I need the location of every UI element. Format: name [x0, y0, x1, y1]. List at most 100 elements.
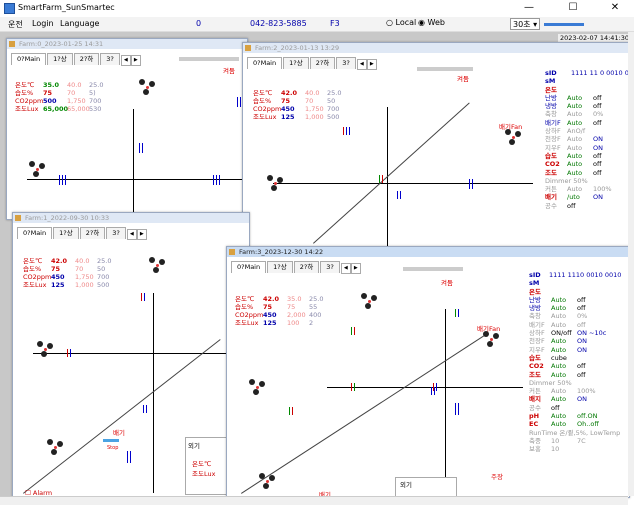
menu-language[interactable]: Language: [60, 19, 99, 28]
row-mode[interactable]: ON/off: [551, 329, 577, 337]
row-mode[interactable]: Auto: [567, 152, 593, 160]
section-humid: 습도: [545, 151, 557, 160]
fan-icon[interactable]: [47, 439, 65, 457]
row-mode[interactable]: Auto: [551, 312, 577, 320]
tab-3[interactable]: 3?: [336, 57, 356, 69]
tab-prev-icon[interactable]: ◀: [120, 55, 131, 66]
row-mode[interactable]: Auto: [551, 296, 577, 304]
tab-next-icon[interactable]: ▶: [136, 229, 147, 240]
stat-label: CO2ppm: [23, 273, 52, 281]
row-mode[interactable]: Auto: [567, 102, 593, 110]
stat-cur: 450: [263, 311, 277, 319]
interval-select[interactable]: 30초 ▾: [510, 18, 540, 30]
fan-icon[interactable]: [37, 341, 55, 359]
menu-login[interactable]: Login: [32, 19, 54, 28]
tab-3[interactable]: 3?: [100, 53, 120, 65]
row-mode[interactable]: Auto: [567, 144, 593, 152]
tab-next-icon[interactable]: ▶: [366, 59, 377, 70]
tab-main[interactable]: 0?Main: [17, 227, 53, 239]
row-mode[interactable]: Auto: [551, 387, 577, 395]
farm1-window[interactable]: Farm:1_2022-09-30 10:33 0?Main 1?상 2?하 3? ◀ ▶…: [12, 212, 250, 498]
farm0-window[interactable]: Farm:0_2023-01-25 14:31 0?Main 1?상 2?하 3? ◀ ▶…: [6, 38, 248, 220]
close-button[interactable]: ✕: [600, 0, 630, 16]
row-state: 0%: [593, 110, 604, 119]
fan-icon[interactable]: [149, 257, 167, 275]
fan-icon[interactable]: [361, 293, 379, 311]
tab-upper[interactable]: 1?상: [267, 261, 293, 273]
stat-v3: 530: [89, 105, 102, 113]
row-mode[interactable]: Auto: [551, 395, 577, 403]
row-mode[interactable]: cube: [551, 354, 577, 362]
maximize-button[interactable]: ☐: [558, 0, 588, 16]
tab-main[interactable]: 0?Main: [231, 261, 267, 273]
fan-icon[interactable]: [29, 161, 47, 179]
vertical-scrollbar[interactable]: [628, 32, 634, 496]
tab-prev-icon[interactable]: ◀: [126, 229, 137, 240]
sid-value: 1111 1110 0010 0010: [549, 271, 622, 279]
row-state: ON: [593, 135, 603, 144]
row-mode[interactable]: Auto: [551, 371, 577, 379]
farm0-title: Farm:0_2023-01-25 14:31: [19, 40, 104, 48]
row-mode[interactable]: Auto: [551, 346, 577, 354]
tab-next-icon[interactable]: ▶: [350, 263, 361, 274]
row-mode[interactable]: Auto: [551, 337, 577, 345]
row-mode[interactable]: Auto: [567, 169, 593, 177]
local-radio[interactable]: ○ Local: [386, 18, 416, 27]
fan-icon[interactable]: [483, 331, 501, 349]
menu-run[interactable]: 운전: [8, 19, 23, 30]
row-mode[interactable]: Auto: [551, 321, 577, 329]
stat-v2: 70: [67, 89, 76, 97]
tab-lower[interactable]: 2?하: [73, 53, 100, 65]
row-mode[interactable]: Auto: [567, 94, 593, 102]
fan-icon[interactable]: [267, 175, 285, 193]
web-radio[interactable]: ◉ Web: [418, 18, 445, 27]
row-mode[interactable]: Auto: [551, 304, 577, 312]
row-label: 축창: [545, 110, 557, 119]
tab-upper[interactable]: 1?상: [283, 57, 309, 69]
tab-upper[interactable]: 1?상: [47, 53, 73, 65]
fan-icon[interactable]: [505, 129, 523, 147]
interval-slider[interactable]: [544, 23, 584, 26]
farm2-window[interactable]: Farm:2_2023-01-13 13:29 0?Main 1?상 2?하 3? ◀ ▶…: [242, 42, 630, 254]
tab-3[interactable]: 3?: [320, 261, 340, 273]
row-state: off: [567, 201, 576, 210]
row-mode[interactable]: Auto: [551, 412, 577, 420]
fan-icon[interactable]: [259, 473, 277, 491]
farm3-window[interactable]: Farm:3_2023-12-30 14:22 0?Main 1?상 2?하 3? ◀ ▶…: [226, 246, 630, 498]
sid-label: sID: [545, 69, 557, 77]
row-mode[interactable]: Auto: [567, 185, 593, 193]
tab-next-icon[interactable]: ▶: [130, 55, 141, 66]
stat-cur: 125: [51, 281, 65, 289]
row-state: off: [593, 151, 602, 160]
tab-3[interactable]: 3?: [106, 227, 126, 239]
tab-prev-icon[interactable]: ◀: [340, 263, 351, 274]
minimize-button[interactable]: —: [514, 0, 544, 16]
tab-main[interactable]: 0?Main: [11, 53, 47, 65]
row-mode[interactable]: Auto: [567, 110, 593, 118]
row-mode[interactable]: /uto: [567, 193, 593, 201]
tab-lower[interactable]: 2?하: [79, 227, 106, 239]
row-state: ON: [577, 395, 587, 404]
stat-label: 온도℃: [15, 81, 35, 89]
row-mode[interactable]: Auto: [551, 362, 577, 370]
row-state: off: [577, 304, 586, 313]
tab-prev-icon[interactable]: ◀: [356, 59, 367, 70]
row-mode[interactable]: Auto: [551, 420, 577, 428]
tab-lower[interactable]: 2?하: [309, 57, 336, 69]
tab-main[interactable]: 0?Main: [247, 57, 283, 69]
stop-indicator[interactable]: [103, 439, 119, 442]
horizontal-scrollbar[interactable]: [0, 496, 628, 505]
stat-label: 조도Lux: [15, 105, 39, 113]
fan-icon[interactable]: [139, 79, 157, 97]
row-state: off: [577, 295, 586, 304]
row-mode[interactable]: Auto: [567, 160, 593, 168]
row-mode[interactable]: Auto: [567, 119, 593, 127]
stat-cur: 500: [43, 97, 57, 105]
row-mode[interactable]: Auto: [567, 135, 593, 143]
fan-icon[interactable]: [249, 379, 267, 397]
row-mode[interactable]: AnO/f: [567, 127, 593, 135]
stat-v2: 100: [287, 319, 300, 327]
tab-lower[interactable]: 2?하: [293, 261, 320, 273]
tab-upper[interactable]: 1?상: [53, 227, 79, 239]
axis-line: [445, 309, 446, 494]
